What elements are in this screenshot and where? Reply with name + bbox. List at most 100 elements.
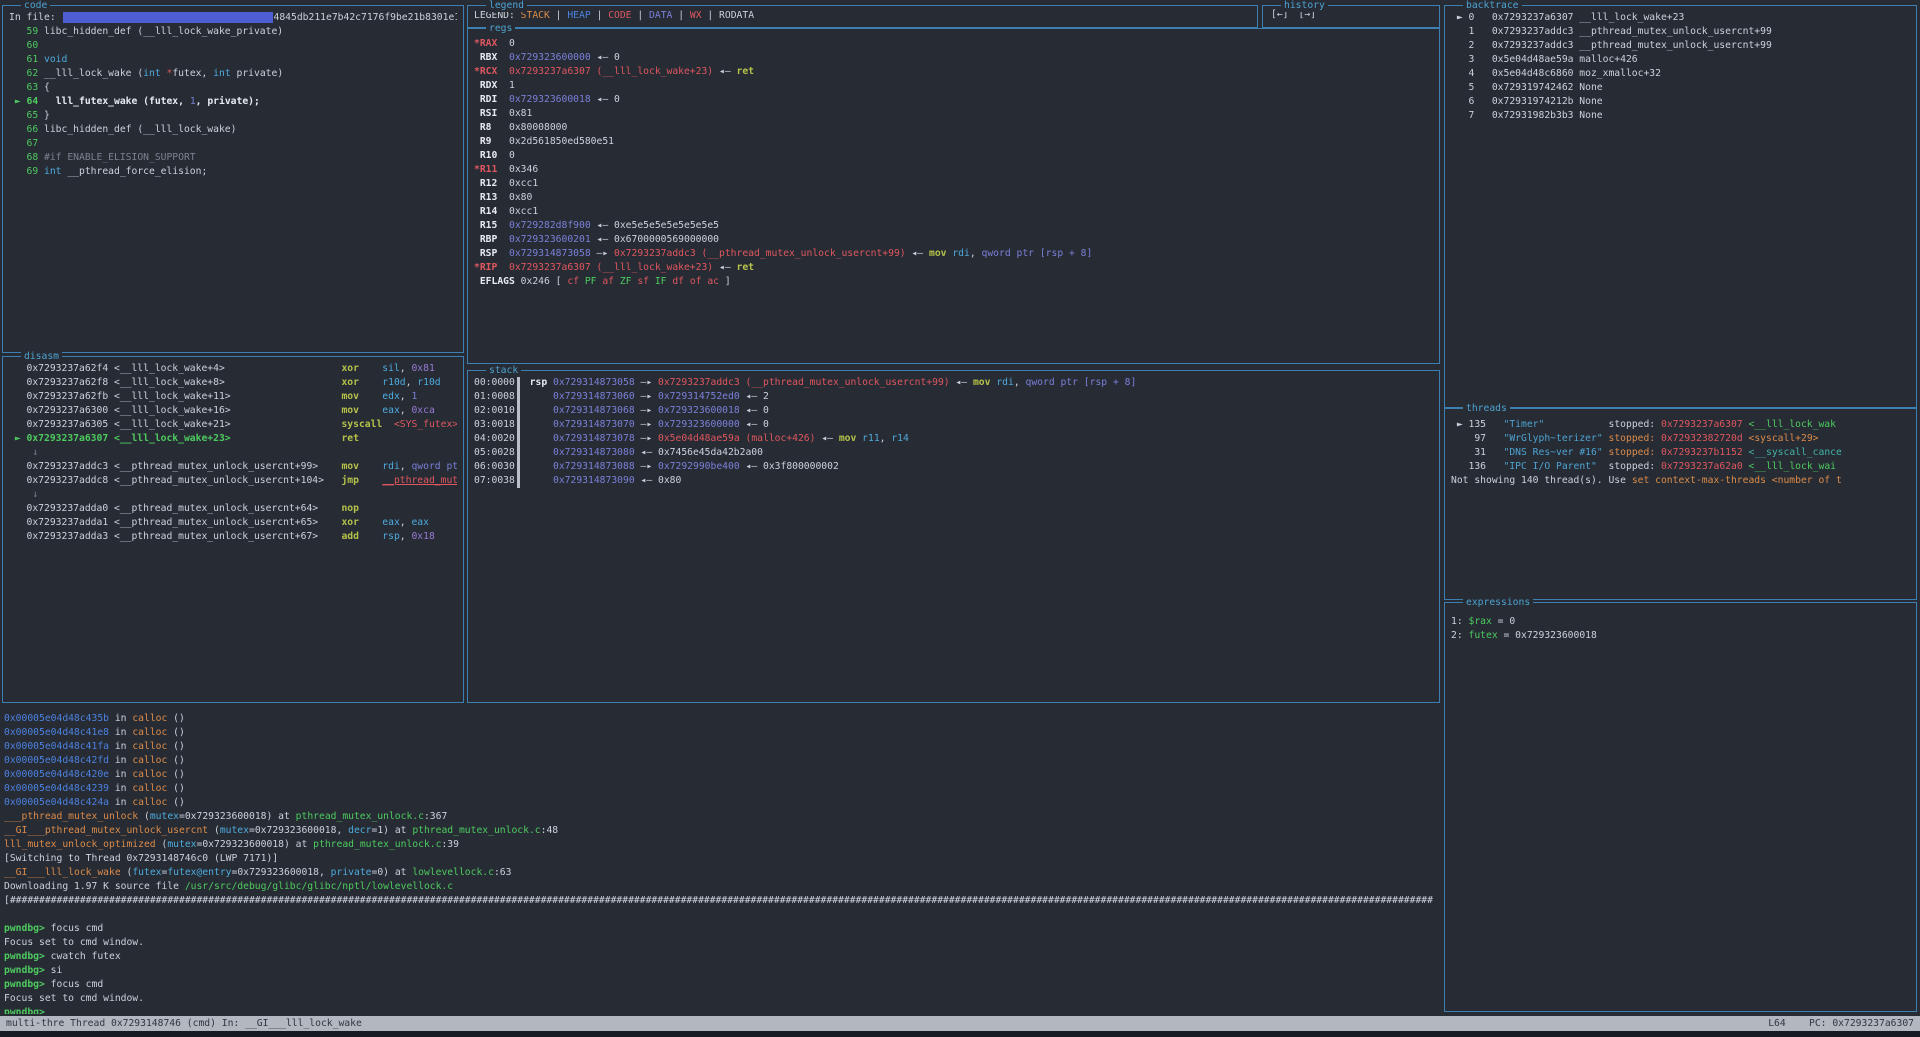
terminal-line: 97 "WrGlyph~terizer" stopped: 0x72932382… [1451, 432, 1910, 446]
terminal-line: 04:0020 0x729314873078 —▸ 0x5e04d48ae59a… [474, 432, 1433, 446]
terminal-line: 0x7293237adda3 <__pthread_mutex_unlock_u… [9, 530, 457, 544]
terminal-line: R13 0x80 [474, 191, 1433, 205]
terminal-line: *RCX 0x7293237a6307 (__lll_lock_wake+23)… [474, 65, 1433, 79]
terminal-line: R14 0xcc1 [474, 205, 1433, 219]
terminal-line: RDX 1 [474, 79, 1433, 93]
terminal-line: pwndbg> [4, 1006, 1438, 1014]
terminal-line: 0x00005e04d48c435b in calloc () [4, 712, 1438, 726]
terminal-line: ► 0 0x7293237a6307 __lll_lock_wake+23 [1451, 11, 1910, 25]
panel-regs: regs *RAX 0 RBX 0x729323600000 ◂— 0*RCX … [467, 28, 1440, 364]
terminal-line: 0x7293237adda1 <__pthread_mutex_unlock_u… [9, 516, 457, 530]
terminal-line: 0x7293237addc3 <__pthread_mutex_unlock_u… [9, 460, 457, 474]
code-source-view: In file: 4845db211e7b42c7176f9be21b8301e… [3, 6, 463, 352]
terminal-line: ► 0x7293237a6307 <__lll_lock_wake+23> re… [9, 432, 457, 446]
terminal-line: ► 64 lll_futex_wake (futex, 1, private); [9, 95, 457, 109]
terminal-line: 6 0x72931974212b None [1451, 95, 1910, 109]
terminal-line: 59 libc_hidden_def (__lll_lock_wake_priv… [9, 25, 457, 39]
panel-title-regs: regs [486, 22, 515, 35]
terminal-line: __GI___lll_lock_wake (futex=futex@entry=… [4, 866, 1438, 880]
terminal-line: ___pthread_mutex_unlock (mutex=0x7293236… [4, 810, 1438, 824]
terminal-line: RBX 0x729323600000 ◂— 0 [474, 51, 1433, 65]
terminal-line: 0x7293237addc8 <__pthread_mutex_unlock_u… [9, 474, 457, 488]
terminal-line: 02:0010 0x729314873068 —▸ 0x729323600018… [474, 404, 1433, 418]
terminal-line: 0x00005e04d48c420e in calloc () [4, 768, 1438, 782]
expressions-view: 1: $rax = 02: futex = 0x729323600018 [1445, 603, 1916, 1011]
terminal-line: R8 0x80008000 [474, 121, 1433, 135]
terminal-line: 61 void [9, 53, 457, 67]
terminal-line: *R11 0x346 [474, 163, 1433, 177]
pwndbg-terminal: code In file: 4845db211e7b42c7176f9be21b… [0, 0, 1920, 1037]
terminal-line: 01:0008 0x729314873060 —▸ 0x729314752ed0… [474, 390, 1433, 404]
terminal-line: 0x7293237adda0 <__pthread_mutex_unlock_u… [9, 502, 457, 516]
terminal-line: 2 0x7293237addc3 __pthread_mutex_unlock_… [1451, 39, 1910, 53]
terminal-line: 69 int __pthread_force_elision; [9, 165, 457, 179]
terminal-line: 0x00005e04d48c424a in calloc () [4, 796, 1438, 810]
registers-view: *RAX 0 RBX 0x729323600000 ◂— 0*RCX 0x729… [468, 29, 1439, 363]
terminal-line: 1 0x7293237addc3 __pthread_mutex_unlock_… [1451, 25, 1910, 39]
terminal-line: RSI 0x81 [474, 107, 1433, 121]
terminal-line: RBP 0x729323600201 ◂— 0x6700000569000000 [474, 233, 1433, 247]
terminal-line: 0x7293237a62fb <__lll_lock_wake+11> mov … [9, 390, 457, 404]
panel-history: history [←][→] [1262, 5, 1440, 28]
terminal-line: [#######################################… [4, 894, 1438, 908]
terminal-line: 06:0030 0x729314873088 —▸ 0x7292990be400… [474, 460, 1433, 474]
terminal-line: LEGEND: STACK | HEAP | CODE | DATA | WX … [474, 9, 1251, 23]
terminal-line: 3 0x5e04d48ae59a malloc+426 [1451, 53, 1910, 67]
panel-title-code: code [21, 0, 50, 12]
terminal-line: 62 __lll_lock_wake (int *futex, int priv… [9, 67, 457, 81]
terminal-line: 0x7293237a62f4 <__lll_lock_wake+4> xor s… [9, 362, 457, 376]
terminal-line: 66 libc_hidden_def (__lll_lock_wake) [9, 123, 457, 137]
panel-title-disasm: disasm [21, 350, 62, 363]
terminal-line: 5 0x729319742462 None [1451, 81, 1910, 95]
panel-code: code In file: 4845db211e7b42c7176f9be21b… [2, 5, 464, 353]
terminal-line: 2: futex = 0x729323600018 [1451, 629, 1910, 643]
terminal-line: R9 0x2d561850ed580e51 [474, 135, 1433, 149]
panel-legend: legend LEGEND: STACK | HEAP | CODE | DAT… [467, 5, 1258, 28]
panel-title-legend: legend [486, 0, 527, 12]
terminal-line: ↓ [9, 488, 457, 502]
terminal-line: 0x00005e04d48c42fd in calloc () [4, 754, 1438, 768]
terminal-output[interactable]: 0x00005e04d48c435b in calloc () 0x00005e0… [2, 706, 1440, 1014]
terminal-line: 136 "IPC I/O Parent" stopped: 0x7293237a… [1451, 460, 1910, 474]
terminal-line: pwndbg> cwatch futex [4, 950, 1438, 964]
terminal-line: 0x7293237a6305 <__lll_lock_wake+21> sysc… [9, 418, 457, 432]
terminal-line: 0x00005e04d48c4239 in calloc () [4, 782, 1438, 796]
panel-backtrace: backtrace ► 0 0x7293237a6307 __lll_lock_… [1444, 5, 1917, 408]
terminal-line: 05:0028 0x729314873080 ◂— 0x7456e45da42b… [474, 446, 1433, 460]
terminal-line: R12 0xcc1 [474, 177, 1433, 191]
panel-stack: stack 00:0000 rsp 0x729314873058 —▸ 0x72… [467, 370, 1440, 703]
panel-threads: threads ► 135 "Timer" stopped: 0x7293237… [1444, 408, 1917, 600]
status-bar-left: multi-thre Thread 0x7293148746 (cmd) In:… [6, 1016, 362, 1031]
terminal-line: 0x7293237a62f8 <__lll_lock_wake+8> xor r… [9, 376, 457, 390]
terminal-line: 03:0018 0x729314873070 —▸ 0x729323600000… [474, 418, 1433, 432]
bottom-strip [0, 1031, 1920, 1037]
terminal-line: lll_mutex_unlock_optimized (mutex=0x7293… [4, 838, 1438, 852]
panel-title-backtrace: backtrace [1463, 0, 1522, 12]
terminal-line: 65 } [9, 109, 457, 123]
status-bar: multi-thre Thread 0x7293148746 (cmd) In:… [0, 1016, 1920, 1031]
terminal-line: RDI 0x729323600018 ◂— 0 [474, 93, 1433, 107]
panel-title-stack: stack [486, 364, 521, 377]
terminal-line: ► 135 "Timer" stopped: 0x7293237a6307 <_… [1451, 418, 1910, 432]
legend-content: LEGEND: STACK | HEAP | CODE | DATA | WX … [468, 6, 1257, 27]
panel-title-history: history [1281, 0, 1328, 12]
terminal-line: EFLAGS 0x246 [ cf PF af ZF sf IF df of a… [474, 275, 1433, 289]
terminal-line: Focus set to cmd window. [4, 992, 1438, 1006]
terminal-line: 67 [9, 137, 457, 151]
terminal-line: __GI___pthread_mutex_unlock_usercnt (mut… [4, 824, 1438, 838]
terminal-line: pwndbg> focus cmd [4, 922, 1438, 936]
terminal-line: pwndbg> si [4, 964, 1438, 978]
status-bar-right: L64 PC: 0x7293237a6307 [1768, 1016, 1914, 1031]
terminal-line: 7 0x72931982b3b3 None [1451, 109, 1910, 123]
threads-view: ► 135 "Timer" stopped: 0x7293237a6307 <_… [1445, 409, 1916, 599]
terminal-line: pwndbg> focus cmd [4, 978, 1438, 992]
terminal-line: *RAX 0 [474, 37, 1433, 51]
terminal-line: 07:0038 0x729314873090 ◂— 0x80 [474, 474, 1433, 488]
terminal-line: 1: $rax = 0 [1451, 615, 1910, 629]
terminal-line: [Switching to Thread 0x7293148746c0 (LWP… [4, 852, 1438, 866]
panel-expressions: expressions 1: $rax = 02: futex = 0x7293… [1444, 602, 1917, 1012]
terminal-line: 63 { [9, 81, 457, 95]
terminal-line: 60 [9, 39, 457, 53]
terminal-line: *RIP 0x7293237a6307 (__lll_lock_wake+23)… [474, 261, 1433, 275]
terminal-line: 4 0x5e04d48c6860 moz_xmalloc+32 [1451, 67, 1910, 81]
